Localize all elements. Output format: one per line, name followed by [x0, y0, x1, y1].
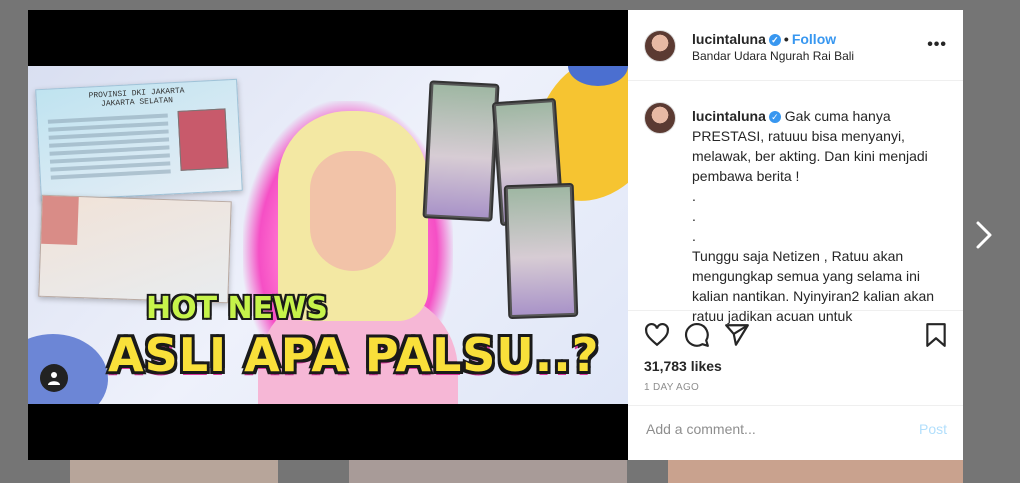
phone-screenshot [422, 80, 500, 222]
post-timestamp[interactable]: 1 DAY AGO [644, 382, 699, 393]
likes-count[interactable]: 31,783 likes [644, 358, 722, 374]
heart-icon[interactable] [644, 322, 670, 348]
action-bar [628, 310, 963, 355]
caption-text: Gak cuma hanya PRESTASI, ratuuu bisa men… [692, 108, 935, 324]
caption-username[interactable]: lucintaluna [692, 108, 766, 124]
decorative-splash [28, 334, 108, 404]
post-media[interactable]: PROVINSI DKI JAKARTA JAKARTA SELATAN HOT… [28, 10, 628, 460]
verified-badge-icon: ✓ [768, 111, 781, 124]
id-card-image: PROVINSI DKI JAKARTA JAKARTA SELATAN [35, 78, 243, 202]
background-thumbnail [668, 460, 963, 483]
headline-text: ASLI APA PALSU..? [108, 328, 600, 382]
chevron-right-icon[interactable] [974, 220, 994, 250]
id-card-photo [177, 108, 229, 171]
verified-badge-icon: ✓ [768, 34, 781, 47]
user-tag-button[interactable] [40, 364, 68, 392]
comment-icon[interactable] [684, 322, 710, 348]
post-side-panel: lucintaluna ✓ • Follow Bandar Udara Ngurah … [628, 10, 963, 460]
follow-button[interactable]: Follow [792, 31, 836, 47]
username-link[interactable]: lucintaluna [692, 31, 766, 47]
post-comment-button[interactable]: Post [919, 421, 947, 437]
passport-photo [41, 195, 79, 245]
background-thumbnail [70, 460, 278, 483]
bookmark-icon[interactable] [923, 322, 949, 348]
id-card-title: PROVINSI DKI JAKARTA JAKARTA SELATAN [88, 86, 185, 109]
background-thumbnail [349, 460, 627, 483]
passport-image [38, 194, 232, 304]
post-image: PROVINSI DKI JAKARTA JAKARTA SELATAN HOT… [28, 66, 628, 404]
caption: lucintaluna ✓ Gak cuma hanya PRESTASI, ra… [692, 106, 942, 326]
post-header: lucintaluna ✓ • Follow Bandar Udara Ngurah … [628, 10, 963, 81]
hot-news-text: HOT NEWS [146, 291, 328, 326]
post-modal: PROVINSI DKI JAKARTA JAKARTA SELATAN HOT… [28, 10, 963, 460]
person-face [310, 151, 396, 271]
comment-box: Post [628, 405, 963, 461]
comment-input[interactable] [644, 420, 908, 438]
user-tag-icon [48, 372, 60, 385]
avatar[interactable] [644, 30, 676, 62]
location-link[interactable]: Bandar Udara Ngurah Rai Bali [692, 49, 854, 63]
caption-avatar[interactable] [644, 102, 676, 134]
paper-plane-icon[interactable] [724, 322, 750, 348]
phone-screenshot [503, 182, 579, 320]
separator-dot: • [783, 31, 789, 47]
more-options-icon[interactable]: ••• [927, 36, 947, 54]
